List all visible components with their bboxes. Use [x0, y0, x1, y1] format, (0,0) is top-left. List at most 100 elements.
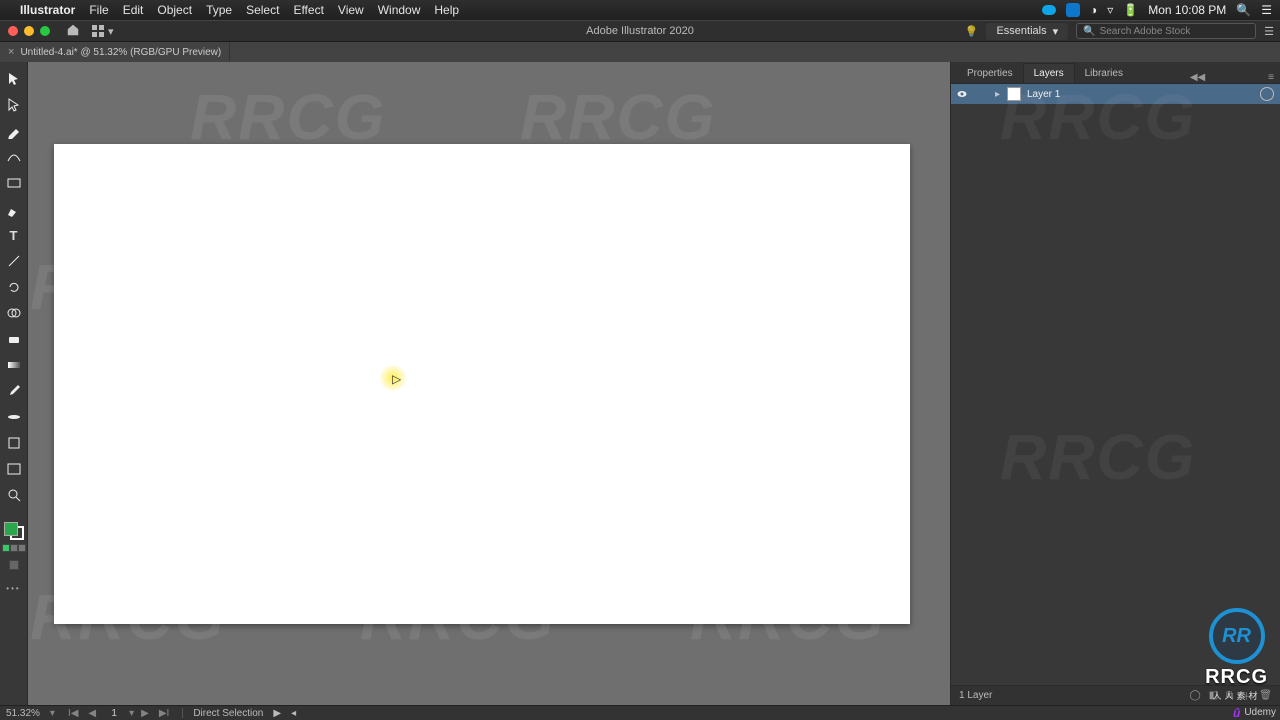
layer-name[interactable]: Layer 1 [1027, 89, 1060, 100]
new-sublayer-icon[interactable]: ⧉ [1226, 690, 1233, 701]
private-mode-icon[interactable]: ◑ [1090, 3, 1097, 17]
wifi-dropdown-icon[interactable]: ▿ [1107, 3, 1113, 17]
toolbox-divider [2, 509, 26, 517]
discover-icon[interactable]: 💡 [965, 25, 979, 38]
gradient-tool[interactable] [2, 353, 26, 377]
locate-object-icon[interactable]: ◯ [1190, 690, 1201, 701]
zoom-level[interactable]: 51.32% [6, 708, 40, 719]
arrange-documents-dropdown[interactable]: ▾ [92, 25, 114, 38]
rectangle-tool[interactable] [2, 171, 26, 195]
menu-effect[interactable]: Effect [293, 3, 323, 17]
new-layer-icon[interactable]: ＋ [1241, 688, 1251, 703]
minimize-window-button[interactable] [24, 26, 34, 36]
screen-mode-button[interactable] [9, 560, 19, 570]
panel-menu-icon[interactable]: ≡ [1262, 72, 1280, 83]
window-traffic-lights [0, 26, 58, 36]
draw-mode-switcher[interactable] [2, 544, 26, 552]
make-clipping-mask-icon[interactable]: ◧ [1209, 690, 1218, 701]
eyedropper-tool[interactable] [2, 379, 26, 403]
first-artboard-button[interactable]: I◀ [65, 708, 81, 719]
rotate-tool[interactable] [2, 275, 26, 299]
workspace-switcher[interactable]: Essentials ▾ [986, 23, 1068, 40]
status-menu-button[interactable]: ◂ [291, 708, 296, 719]
adobe-stock-search[interactable]: 🔍 Search Adobe Stock [1076, 23, 1256, 39]
last-artboard-button[interactable]: ▶I [156, 708, 172, 719]
search-icon: 🔍 [1083, 26, 1095, 37]
fill-color[interactable] [4, 522, 18, 536]
expand-layer-icon[interactable]: ▸ [995, 89, 1007, 100]
stock-search-placeholder: Search Adobe Stock [1100, 26, 1191, 37]
document-tabs-bar: × Untitled-4.ai* @ 51.32% (RGB/GPU Previ… [0, 42, 1280, 62]
menu-object[interactable]: Object [157, 3, 192, 17]
creative-cloud-icon[interactable] [1066, 3, 1080, 17]
status-nav-button[interactable]: ▶ [273, 708, 281, 719]
document-tab[interactable]: × Untitled-4.ai* @ 51.32% (RGB/GPU Previ… [0, 42, 230, 62]
spotlight-icon[interactable]: 🔍 [1236, 3, 1251, 17]
close-window-button[interactable] [8, 26, 18, 36]
menu-edit[interactable]: Edit [123, 3, 144, 17]
artboard-navigation: I◀ ◀ ▾ ▶ ▶I [65, 708, 172, 719]
pen-tool[interactable] [2, 119, 26, 143]
target-layer-icon[interactable] [1260, 87, 1274, 101]
layer-count: 1 Layer [959, 690, 992, 701]
home-icon[interactable] [66, 23, 80, 40]
free-transform-tool[interactable] [2, 431, 26, 455]
fill-stroke-swatch[interactable] [4, 522, 24, 540]
fullscreen-window-button[interactable] [40, 26, 50, 36]
battery-icon[interactable]: 🔋 [1123, 3, 1138, 17]
chevron-down-icon: ▾ [108, 25, 114, 38]
visibility-toggle-icon[interactable] [951, 88, 973, 100]
clock[interactable]: Mon 10:08 PM [1148, 3, 1226, 17]
type-tool[interactable]: T [2, 223, 26, 247]
menu-view[interactable]: View [338, 3, 364, 17]
macos-menubar: Illustrator File Edit Object Type Select… [0, 0, 1280, 20]
status-bar: 51.32% ▾ I◀ ◀ ▾ ▶ ▶I Direct Selection ▶ … [0, 705, 1280, 720]
panel-menu-icon[interactable]: ☰ [1264, 25, 1274, 38]
selection-tool[interactable] [2, 67, 26, 91]
cloud-sync-icon[interactable] [1042, 5, 1056, 15]
menu-help[interactable]: Help [434, 3, 459, 17]
tab-layers[interactable]: Layers [1023, 63, 1075, 83]
tab-libraries[interactable]: Libraries [1075, 64, 1133, 83]
paintbrush-tool[interactable] [2, 197, 26, 221]
zoom-dropdown-icon[interactable]: ▾ [50, 708, 55, 719]
menu-file[interactable]: File [89, 3, 108, 17]
control-center-icon[interactable]: ☰ [1261, 3, 1272, 17]
canvas-area[interactable]: ▷ [28, 62, 950, 705]
menu-window[interactable]: Window [378, 3, 421, 17]
menu-select[interactable]: Select [246, 3, 279, 17]
eraser-tool[interactable] [2, 327, 26, 351]
shape-builder-tool[interactable] [2, 301, 26, 325]
zoom-tool[interactable] [2, 483, 26, 507]
artboard-index-input[interactable] [103, 708, 125, 719]
app-toolbar: ▾ Adobe Illustrator 2020 💡 Essentials ▾ … [0, 20, 1280, 42]
layer-row[interactable]: ▸ Layer 1 [951, 84, 1280, 104]
panel-collapse-icon[interactable]: ◀◀ [1184, 72, 1211, 83]
tab-properties[interactable]: Properties [957, 64, 1023, 83]
line-segment-tool[interactable] [2, 249, 26, 273]
artboard[interactable] [54, 144, 910, 624]
direct-selection-tool[interactable] [2, 93, 26, 117]
workspace-label: Essentials [996, 25, 1046, 37]
edit-toolbar-button[interactable]: ••• [6, 584, 20, 593]
artboard-tool[interactable] [2, 457, 26, 481]
layers-panel-footer: 1 Layer ◯ ◧ ⧉ ＋ 🗑 [951, 685, 1280, 705]
menu-type[interactable]: Type [206, 3, 232, 17]
layer-thumbnail [1007, 87, 1021, 101]
artboard-dropdown-icon[interactable]: ▾ [129, 708, 134, 719]
app-name[interactable]: Illustrator [20, 3, 75, 17]
layers-panel-body[interactable] [951, 104, 1280, 685]
cursor-icon: ▷ [392, 372, 401, 386]
chevron-down-icon: ▾ [1053, 25, 1059, 38]
close-tab-icon[interactable]: × [8, 46, 14, 58]
delete-layer-icon[interactable]: 🗑 [1259, 690, 1272, 701]
menubar-right: ◑ ▿ 🔋 Mon 10:08 PM 🔍 ☰ [1042, 3, 1272, 17]
next-artboard-button[interactable]: ▶ [138, 708, 152, 719]
width-tool[interactable] [2, 405, 26, 429]
current-tool-label[interactable]: Direct Selection [193, 708, 263, 719]
status-divider [182, 708, 183, 718]
panel-tabs: Properties Layers Libraries ◀◀ ≡ [951, 62, 1280, 84]
document-tab-label: Untitled-4.ai* @ 51.32% (RGB/GPU Preview… [20, 47, 221, 58]
prev-artboard-button[interactable]: ◀ [85, 708, 99, 719]
curvature-tool[interactable] [2, 145, 26, 169]
